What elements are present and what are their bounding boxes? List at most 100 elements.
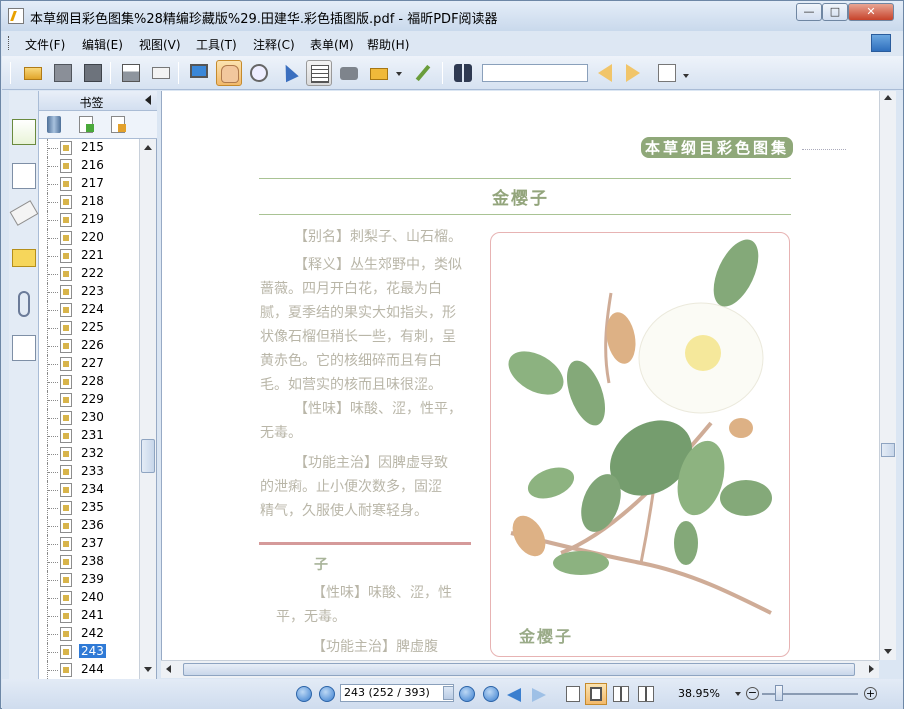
bookmark-item[interactable]: 232 xyxy=(47,445,139,463)
bookmark-item[interactable]: 219 xyxy=(47,211,139,229)
bookmark-item[interactable]: 233 xyxy=(47,463,139,481)
maximize-button[interactable]: □ xyxy=(822,3,848,21)
page-dropdown[interactable] xyxy=(443,686,454,700)
last-page-icon[interactable] xyxy=(483,686,499,702)
delete-bookmark-icon[interactable] xyxy=(47,116,61,133)
scroll-thumb[interactable] xyxy=(881,443,895,457)
signatures-tab-icon[interactable] xyxy=(12,335,36,361)
zoom-in-icon[interactable]: + xyxy=(864,687,877,700)
bookmark-item[interactable]: 242 xyxy=(47,625,139,643)
scroll-up-icon[interactable] xyxy=(884,95,892,100)
first-page-icon[interactable] xyxy=(296,686,312,702)
bookmark-item[interactable]: 235 xyxy=(47,499,139,517)
rms-dropdown[interactable] xyxy=(394,60,404,86)
bookmark-item[interactable]: 223 xyxy=(47,283,139,301)
bookmark-item[interactable]: 221 xyxy=(47,247,139,265)
save-as-button[interactable] xyxy=(80,60,106,86)
attachments-tab-icon[interactable] xyxy=(18,291,30,317)
document-view[interactable]: 本草纲目彩色图集 金樱子 【别名】刺梨子、山石榴。 【释义】丛生郊野中，类似 蔷薇… xyxy=(161,91,879,660)
bookmark-item[interactable]: 240 xyxy=(47,589,139,607)
bookmark-item[interactable]: 220 xyxy=(47,229,139,247)
scroll-down-icon[interactable] xyxy=(144,667,152,672)
bookmark-item[interactable]: 236 xyxy=(47,517,139,535)
previous-page-icon[interactable] xyxy=(319,686,335,702)
facing-page-icon[interactable] xyxy=(613,686,629,702)
bookmark-item[interactable]: 229 xyxy=(47,391,139,409)
scroll-up-icon[interactable] xyxy=(144,145,152,150)
minimize-button[interactable]: — xyxy=(796,3,822,21)
scroll-left-icon[interactable] xyxy=(166,665,171,673)
bookmark-item[interactable]: 241 xyxy=(47,607,139,625)
print-button[interactable] xyxy=(118,60,144,86)
bookmark-item[interactable]: 238 xyxy=(47,553,139,571)
bookmark-item[interactable]: 216 xyxy=(47,157,139,175)
find-button[interactable] xyxy=(450,60,476,86)
layers-tab-icon[interactable] xyxy=(9,200,39,226)
zoom-out-icon[interactable]: − xyxy=(746,687,759,700)
continuous-facing-icon[interactable] xyxy=(638,686,654,702)
bookmark-item[interactable]: 231 xyxy=(47,427,139,445)
bookmark-item[interactable]: 228 xyxy=(47,373,139,391)
bookmark-item[interactable]: 225 xyxy=(47,319,139,337)
open-button[interactable] xyxy=(20,60,46,86)
scroll-down-icon[interactable] xyxy=(884,649,892,654)
go-back-icon[interactable] xyxy=(507,688,521,702)
scroll-right-icon[interactable] xyxy=(869,665,874,673)
page-number-field[interactable]: 243 (252 / 393) xyxy=(340,684,454,702)
search-input[interactable] xyxy=(482,64,588,82)
zoom-tool-button[interactable] xyxy=(246,60,272,86)
zoom-dropdown[interactable] xyxy=(735,692,741,696)
bookmark-item[interactable]: 239 xyxy=(47,571,139,589)
bookmark-item[interactable]: 222 xyxy=(47,265,139,283)
menu-file[interactable]: 文件(F) xyxy=(25,36,65,53)
rms-button[interactable] xyxy=(366,60,392,86)
scroll-thumb[interactable] xyxy=(183,663,855,676)
menu-comment[interactable]: 注释(C) xyxy=(253,36,295,53)
add-bookmark-icon[interactable] xyxy=(79,116,94,133)
email-button[interactable] xyxy=(148,60,174,86)
find-previous-button[interactable] xyxy=(594,60,620,86)
fullscreen-button[interactable] xyxy=(186,60,212,86)
bookmark-item[interactable]: 234 xyxy=(47,481,139,499)
bookmark-item[interactable]: 218 xyxy=(47,193,139,211)
bookmark-item[interactable]: 217 xyxy=(47,175,139,193)
sign-button[interactable] xyxy=(410,60,436,86)
comments-tab-icon[interactable] xyxy=(12,249,36,267)
bookmark-item[interactable]: 230 xyxy=(47,409,139,427)
bookmark-item[interactable]: 244 xyxy=(47,661,139,679)
pages-tab-icon[interactable] xyxy=(12,163,36,189)
restore-icon[interactable] xyxy=(871,34,891,52)
close-button[interactable]: ✕ xyxy=(848,3,894,21)
single-page-icon[interactable] xyxy=(566,686,580,702)
bookmark-item[interactable]: 227 xyxy=(47,355,139,373)
bookmark-scrollbar[interactable] xyxy=(139,139,156,679)
bookmark-item[interactable]: 215 xyxy=(47,139,139,157)
snapshot-button[interactable] xyxy=(336,60,362,86)
zoom-slider-thumb[interactable] xyxy=(775,685,783,701)
go-forward-icon[interactable] xyxy=(532,688,546,702)
text-select-button[interactable] xyxy=(306,60,332,86)
bookmark-item[interactable]: 243 xyxy=(47,643,139,661)
zoom-level[interactable]: 38.95% xyxy=(678,687,720,700)
bookmark-item[interactable]: 237 xyxy=(47,535,139,553)
document-vertical-scrollbar[interactable] xyxy=(879,91,896,660)
continuous-page-icon[interactable] xyxy=(585,683,607,705)
menu-edit[interactable]: 编辑(E) xyxy=(82,36,123,53)
collapse-panel-icon[interactable] xyxy=(145,95,151,105)
scroll-thumb[interactable] xyxy=(141,439,155,473)
next-page-icon[interactable] xyxy=(459,686,475,702)
menu-tools[interactable]: 工具(T) xyxy=(196,36,237,53)
bookmark-item[interactable]: 226 xyxy=(47,337,139,355)
menu-view[interactable]: 视图(V) xyxy=(139,36,181,53)
find-options-button[interactable] xyxy=(654,60,689,86)
find-next-button[interactable] xyxy=(622,60,648,86)
menu-form[interactable]: 表单(M) xyxy=(310,36,354,53)
bookmarks-tab-icon[interactable] xyxy=(12,119,36,145)
save-button[interactable] xyxy=(50,60,76,86)
menu-help[interactable]: 帮助(H) xyxy=(367,36,409,53)
add-child-bookmark-icon[interactable] xyxy=(111,116,126,133)
select-tool-button[interactable] xyxy=(276,60,302,86)
bookmark-item[interactable]: 224 xyxy=(47,301,139,319)
hand-tool-button[interactable] xyxy=(216,60,242,86)
document-horizontal-scrollbar[interactable] xyxy=(161,660,879,678)
